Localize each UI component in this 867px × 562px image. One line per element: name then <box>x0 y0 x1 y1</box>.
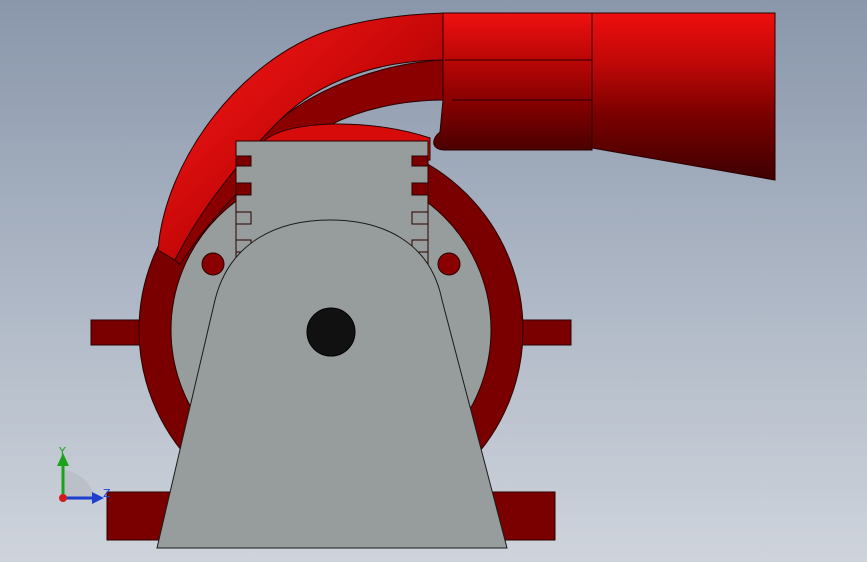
y-axis-label: Y <box>58 445 66 458</box>
bracket-notch <box>235 155 252 167</box>
outlet-diffuser <box>591 12 776 181</box>
bolt-hole-right <box>437 252 461 276</box>
duct-segment-1 <box>433 12 593 151</box>
coordinate-triad: Y Z <box>57 445 111 504</box>
shaft <box>306 307 356 357</box>
bracket-notch <box>411 211 429 225</box>
bracket-notch <box>235 211 252 225</box>
z-axis-label: Z <box>103 487 111 500</box>
graphics-viewport[interactable]: Y Z <box>0 0 867 562</box>
bracket-notch <box>235 182 252 196</box>
model-view[interactable]: Y Z <box>0 0 867 562</box>
bolt-hole-left <box>201 252 225 276</box>
bracket-notch <box>411 182 429 196</box>
bracket-notch <box>411 155 429 167</box>
